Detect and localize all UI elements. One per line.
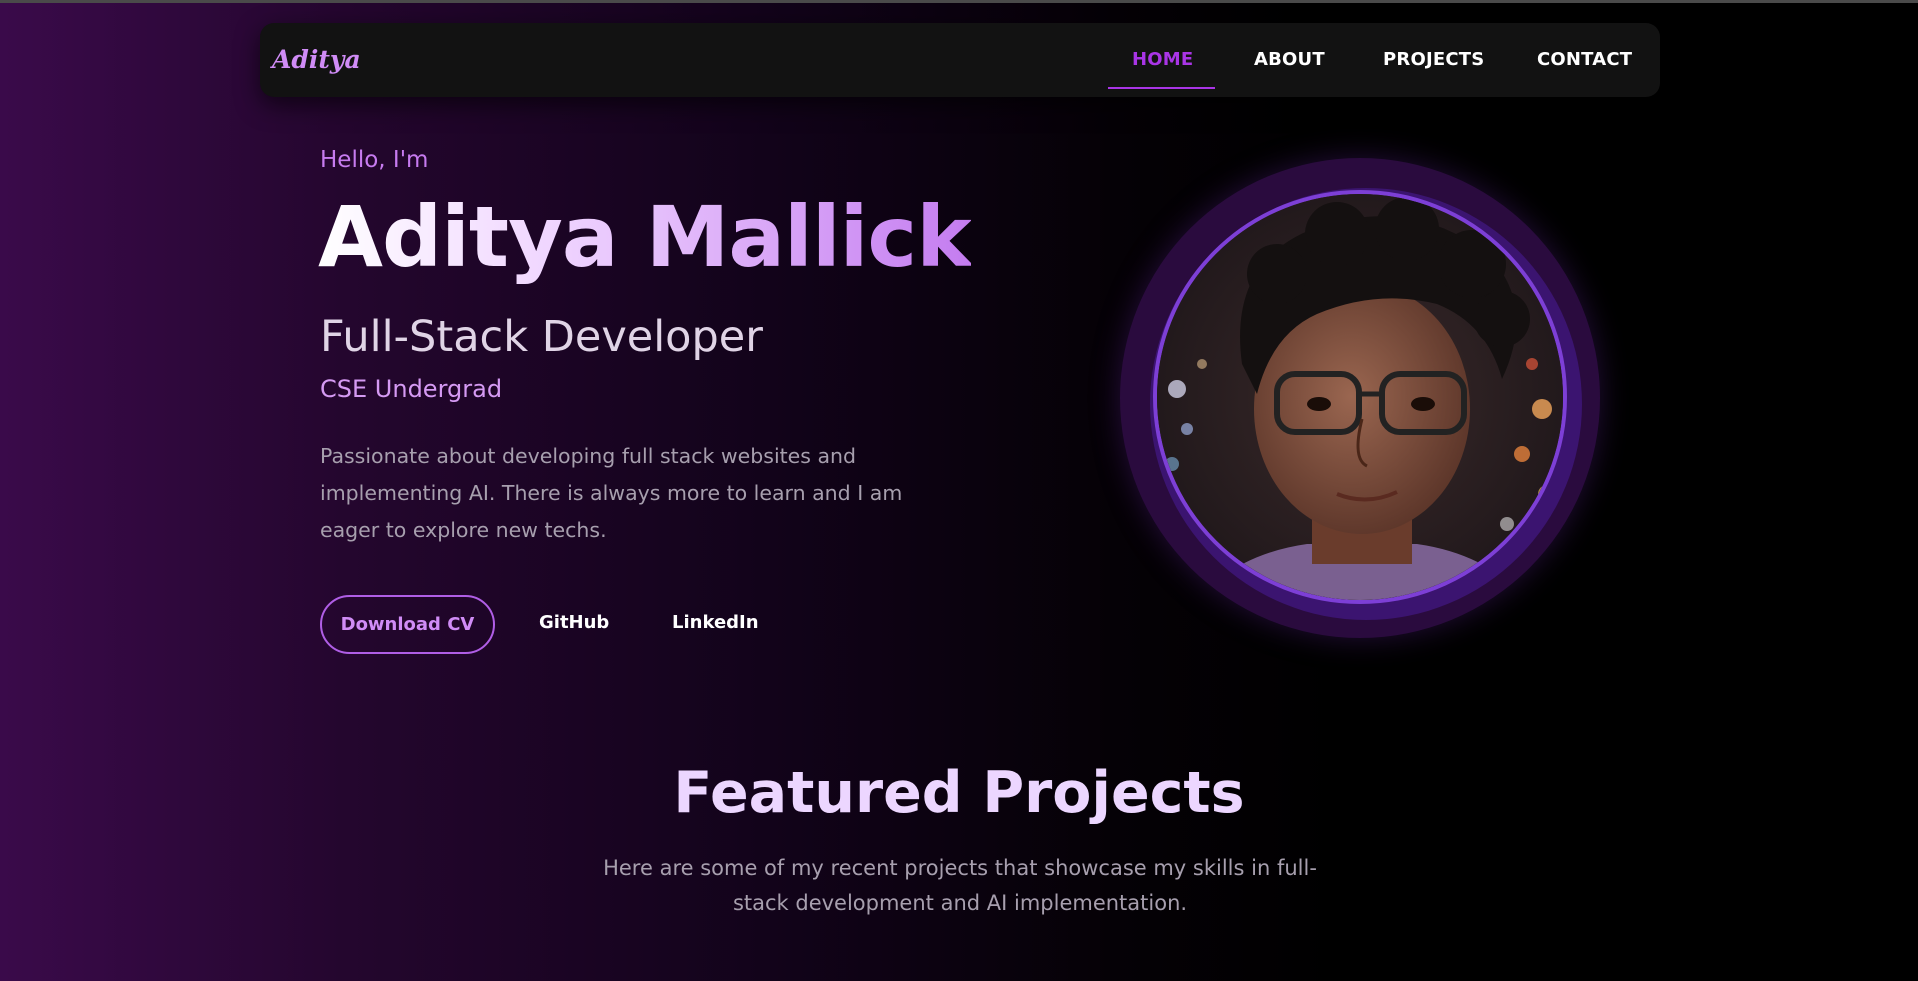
nav-about[interactable]: ABOUT [1254, 49, 1325, 70]
hero-role: Full-Stack Developer [320, 312, 763, 362]
nav-projects[interactable]: PROJECTS [1383, 49, 1484, 70]
featured-projects-title: Featured Projects [673, 760, 1245, 826]
portfolio-page: Aditya HOME ABOUT PROJECTS CONTACT Hello… [0, 0, 1918, 981]
hero-description: Passionate about developing full stack w… [320, 444, 903, 542]
avatar [1153, 190, 1567, 604]
featured-projects-description: Here are some of my recent projects that… [603, 856, 1317, 915]
nav-home[interactable]: HOME [1132, 49, 1193, 70]
navbar: Aditya HOME ABOUT PROJECTS CONTACT [260, 23, 1660, 97]
site-logo[interactable]: Aditya [272, 45, 361, 74]
nav-active-indicator [1108, 87, 1215, 89]
hero-name: Aditya Mallick [318, 188, 972, 286]
profile-photo [1157, 194, 1563, 600]
hero-subtitle: CSE Undergrad [320, 375, 503, 403]
linkedin-link[interactable]: LinkedIn [672, 612, 759, 633]
hero-greeting: Hello, I'm [320, 147, 429, 173]
top-border [0, 0, 1918, 3]
nav-contact[interactable]: CONTACT [1537, 49, 1632, 70]
download-cv-button[interactable]: Download CV [320, 595, 495, 654]
github-link[interactable]: GitHub [539, 612, 609, 633]
